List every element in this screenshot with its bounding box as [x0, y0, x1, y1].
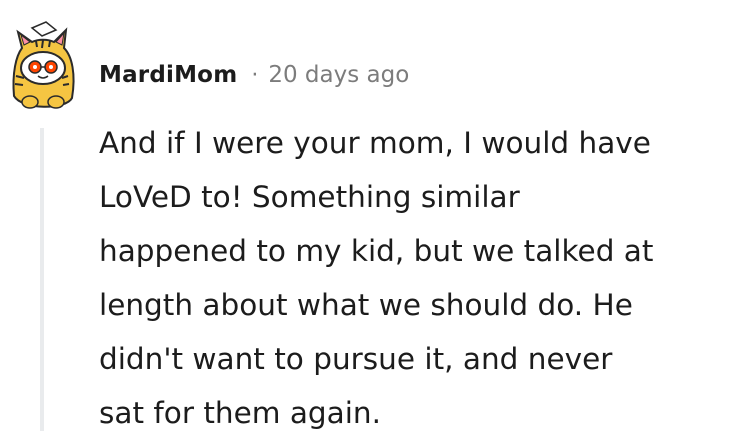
comment-body-line: LoVeD to! Something similar: [99, 180, 520, 214]
username-link[interactable]: MardiMom: [99, 62, 237, 88]
comment: MardiMom · 20 days ago And if I were you…: [0, 0, 749, 431]
comment-body: And if I were your mom, I would have LoV…: [99, 116, 739, 440]
comment-meta: MardiMom · 20 days ago: [99, 58, 409, 92]
comment-body-line: length about what we should do. He: [99, 288, 633, 322]
user-avatar[interactable]: [6, 18, 80, 118]
comment-body-line: sat for them again.: [99, 396, 382, 430]
comment-timestamp[interactable]: 20 days ago: [268, 62, 409, 88]
comment-body-line: happened to my kid, but we talked at: [99, 234, 654, 268]
thread-collapse-line[interactable]: [40, 128, 44, 431]
comment-body-line: And if I were your mom, I would have: [99, 126, 651, 160]
meta-separator: ·: [251, 62, 259, 88]
comment-body-line: didn't want to pursue it, and never: [99, 342, 613, 376]
snoo-tiger-avatar-icon: [12, 21, 75, 109]
